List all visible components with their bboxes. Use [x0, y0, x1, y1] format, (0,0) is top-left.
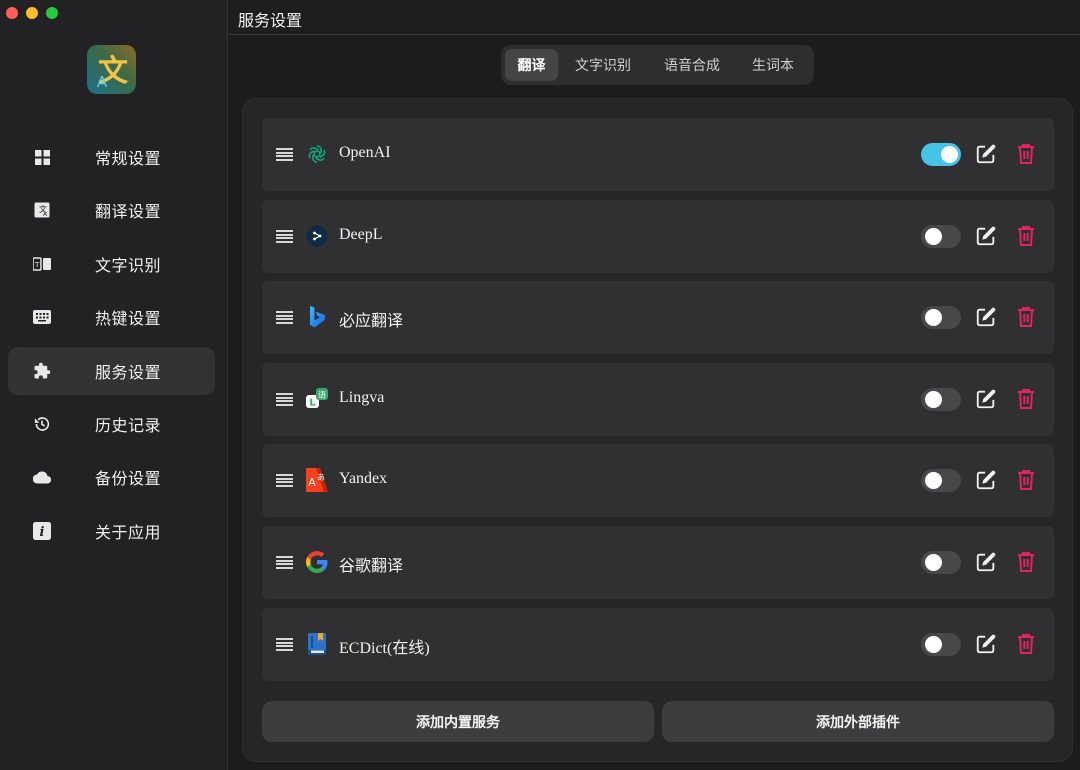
maximize-window-button[interactable]: [46, 7, 58, 19]
service-row-bing[interactable]: 必应翻译: [262, 281, 1054, 354]
drag-handle-icon[interactable]: [276, 474, 293, 487]
svg-text:A: A: [308, 476, 316, 489]
sidebar-item-label: 历史记录: [95, 417, 162, 435]
page-header: 服务设置: [229, 0, 1080, 35]
tab-vocabulary[interactable]: 生词本: [736, 49, 810, 81]
window-controls: [6, 7, 58, 19]
edit-icon[interactable]: [975, 633, 997, 655]
page-title: 服务设置: [238, 13, 303, 30]
svg-text:L: L: [309, 398, 316, 409]
drag-handle-icon[interactable]: [276, 230, 293, 243]
deepl-icon: [305, 224, 329, 248]
service-row-deepl[interactable]: DeepL: [262, 200, 1054, 273]
service-row-yandex[interactable]: Aあ Yandex: [262, 444, 1054, 517]
service-row-openai[interactable]: OpenAI: [262, 118, 1054, 191]
puzzle-icon: [33, 362, 51, 380]
sidebar-item-label: 翻译设置: [95, 204, 162, 222]
trash-icon[interactable]: [1017, 551, 1035, 573]
drag-handle-icon[interactable]: [276, 311, 293, 324]
ocr-icon: T: [33, 255, 51, 273]
service-name: 必应翻译: [339, 313, 404, 330]
sidebar-item-ocr[interactable]: T 文字识别: [8, 240, 215, 288]
service-enable-toggle[interactable]: [921, 388, 961, 411]
service-enable-toggle[interactable]: [921, 225, 961, 248]
drag-handle-icon[interactable]: [276, 393, 293, 406]
trash-icon[interactable]: [1017, 143, 1035, 165]
tab-tts[interactable]: 语音合成: [648, 49, 736, 81]
edit-icon[interactable]: [975, 143, 997, 165]
edit-icon[interactable]: [975, 551, 997, 573]
service-name: Lingva: [339, 389, 385, 406]
lingva-icon: L语: [305, 387, 329, 411]
action-buttons: 添加内置服务 添加外部插件: [262, 701, 1054, 742]
history-icon: [33, 415, 51, 433]
minimize-window-button[interactable]: [26, 7, 38, 19]
service-enable-toggle[interactable]: [921, 306, 961, 329]
grid-icon: [33, 148, 51, 166]
yandex-icon: Aあ: [305, 468, 329, 492]
sidebar-item-label: 热键设置: [95, 311, 162, 329]
svg-text:i: i: [40, 525, 45, 540]
bing-icon: [305, 305, 329, 329]
edit-icon[interactable]: [975, 306, 997, 328]
sidebar-item-label: 关于应用: [95, 524, 162, 542]
service-enable-toggle[interactable]: [921, 143, 961, 166]
drag-handle-icon[interactable]: [276, 556, 293, 569]
service-enable-toggle[interactable]: [921, 551, 961, 574]
translate-icon: 文A: [33, 201, 51, 219]
close-window-button[interactable]: [6, 7, 18, 19]
sidebar-item-label: 备份设置: [95, 471, 162, 489]
trash-icon[interactable]: [1017, 306, 1035, 328]
drag-handle-icon[interactable]: [276, 148, 293, 161]
service-enable-toggle[interactable]: [921, 469, 961, 492]
sidebar-item-hotkeys[interactable]: 热键设置: [8, 293, 215, 341]
trash-icon[interactable]: [1017, 469, 1035, 491]
tab-ocr[interactable]: 文字识别: [558, 49, 648, 81]
service-enable-toggle[interactable]: [921, 633, 961, 656]
svg-text:T: T: [34, 261, 40, 269]
trash-icon[interactable]: [1017, 225, 1035, 247]
openai-icon: [305, 142, 329, 166]
add-external-plugin-button[interactable]: 添加外部插件: [662, 701, 1054, 742]
info-icon: i: [33, 521, 51, 540]
service-row-google[interactable]: 谷歌翻译: [262, 526, 1054, 599]
edit-icon[interactable]: [975, 225, 997, 247]
sidebar: 文 A 常规设置 文A 翻译设置 T 文字识别 热键设置 服务设置 历史记录 备…: [0, 0, 228, 770]
sidebar-item-history[interactable]: 历史记录: [8, 400, 215, 448]
sidebar-item-services[interactable]: 服务设置: [8, 346, 215, 395]
sidebar-item-general[interactable]: 常规设置: [8, 133, 215, 181]
svg-text:あ: あ: [317, 473, 325, 482]
add-builtin-service-button[interactable]: 添加内置服务: [262, 701, 654, 742]
trash-icon[interactable]: [1017, 633, 1035, 655]
svg-text:A: A: [97, 73, 108, 91]
service-list-panel: OpenAI DeepL 必应翻译 L 语 Lingva A あ Yandex …: [242, 98, 1073, 762]
service-name: ECDict(在线): [339, 640, 430, 657]
sidebar-nav: 常规设置 文A 翻译设置 T 文字识别 热键设置 服务设置 历史记录 备份设置 …: [8, 133, 215, 560]
edit-icon[interactable]: [975, 469, 997, 491]
svg-text:语: 语: [318, 390, 326, 400]
ecdict-icon: [305, 632, 329, 656]
app-logo: 文 A: [87, 45, 136, 94]
sidebar-item-label: 常规设置: [95, 151, 162, 168]
trash-icon[interactable]: [1017, 388, 1035, 410]
service-name: DeepL: [339, 226, 383, 243]
edit-icon[interactable]: [975, 388, 997, 410]
service-row-lingva[interactable]: L语 Lingva: [262, 363, 1054, 436]
tab-translate[interactable]: 翻译: [505, 49, 558, 81]
sidebar-item-about[interactable]: i 关于应用: [8, 507, 215, 555]
service-type-tabs: 翻译 文字识别 语音合成 生词本: [501, 45, 814, 85]
google-icon: [305, 550, 329, 574]
service-name: OpenAI: [339, 144, 391, 161]
sidebar-item-label: 文字识别: [95, 257, 162, 275]
service-row-ecdict[interactable]: ECDict(在线): [262, 608, 1054, 681]
service-name: Yandex: [339, 470, 388, 487]
sidebar-item-backup[interactable]: 备份设置: [8, 453, 215, 501]
sidebar-item-label: 服务设置: [95, 364, 162, 382]
cloud-icon: [33, 468, 51, 486]
service-name: 谷歌翻译: [339, 558, 404, 575]
sidebar-item-translate[interactable]: 文A 翻译设置: [8, 186, 215, 234]
keyboard-icon: [33, 308, 51, 326]
drag-handle-icon[interactable]: [276, 638, 293, 651]
